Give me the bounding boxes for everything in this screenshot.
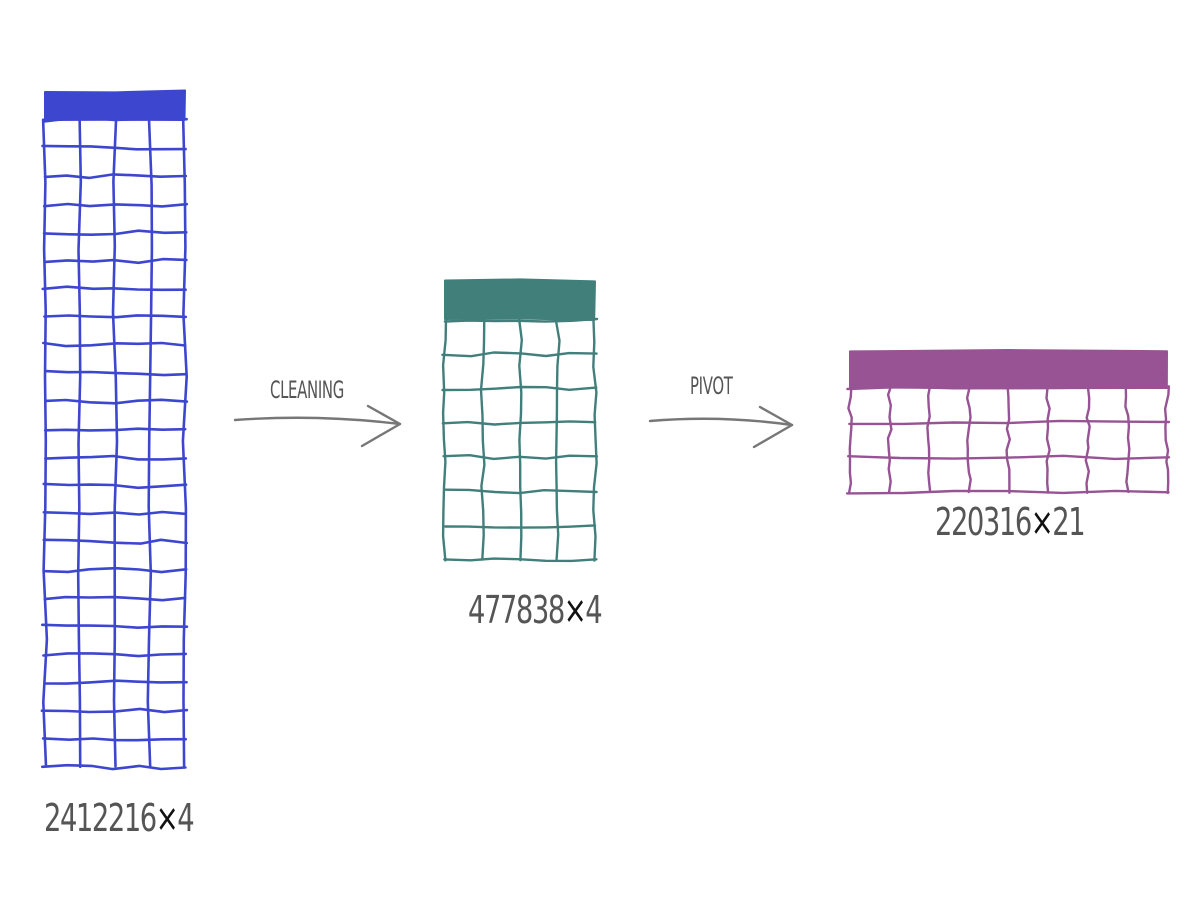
pivot-arrow-shaft — [648, 417, 794, 427]
raw-grid-hline — [43, 257, 188, 265]
cleaned-grid-hline — [441, 420, 597, 426]
pivoted-times-sign: × — [1030, 500, 1054, 544]
raw-row-count: 2412216 — [44, 796, 157, 840]
diagram-canvas — [40, 89, 1171, 771]
raw-grid-vline — [41, 118, 49, 768]
raw-grid-vline — [181, 118, 188, 768]
dimension-label-pivoted: 220316×21 — [935, 500, 1086, 544]
raw-times-sign: × — [155, 796, 179, 840]
pipeline-diagram: CLEANING PIVOT 2412216×4 477838×4 220316… — [0, 0, 1200, 905]
raw-grid-hline — [40, 623, 189, 629]
pivoted-grid-vline — [965, 385, 972, 494]
pivoted-row-count: 220316 — [935, 500, 1032, 544]
pivoted-grid-vline — [1045, 383, 1051, 494]
step-label-cleaning: CLEANING — [270, 376, 344, 404]
raw-grid-hline — [41, 285, 187, 292]
pivoted-grid-vline — [886, 383, 893, 494]
cleaning-arrow-head — [360, 404, 402, 448]
cleaned-grid-vline — [518, 318, 523, 562]
pivoted-grid-hline — [845, 489, 1170, 495]
pivoted-grid-vline — [1163, 385, 1170, 495]
pivoted-table-header — [849, 349, 1168, 390]
raw-grid-hline — [43, 173, 188, 180]
cleaned-times-sign: × — [563, 588, 587, 632]
dimension-label-cleaned: 477838×4 — [468, 588, 603, 632]
cleaned-row-count: 477838 — [468, 588, 565, 632]
cleaned-grid-hline — [441, 385, 598, 392]
pivot-arrow-head — [752, 405, 794, 449]
raw-grid-vline — [146, 117, 154, 769]
cleaned-col-count: 4 — [585, 588, 602, 632]
pivoted-grid-vline — [1084, 386, 1091, 494]
dimension-label-raw: 2412216×4 — [44, 796, 195, 840]
raw-grid-hline — [44, 427, 187, 432]
pivoted-grid-vline — [926, 385, 932, 493]
raw-table-header — [44, 89, 186, 122]
raw-grid-hline — [43, 679, 188, 685]
raw-grid-hline — [42, 202, 189, 208]
pivoted-grid-vline — [1005, 383, 1011, 494]
pivoted-grid-hline — [847, 454, 1171, 461]
raw-col-count: 4 — [177, 796, 194, 840]
pivoted-grid-vline — [847, 384, 853, 494]
raw-grid-hline — [43, 314, 188, 319]
raw-grid-vline — [76, 116, 83, 769]
pivoted-col-count: 21 — [1052, 500, 1085, 544]
step-label-pivot: PIVOT — [690, 372, 733, 400]
raw-grid-hline — [40, 763, 187, 771]
pivoted-grid-vline — [1124, 383, 1131, 494]
raw-grid-vline — [111, 117, 119, 768]
cleaning-arrow-shaft — [233, 416, 402, 426]
cleaned-table-header — [444, 278, 596, 321]
